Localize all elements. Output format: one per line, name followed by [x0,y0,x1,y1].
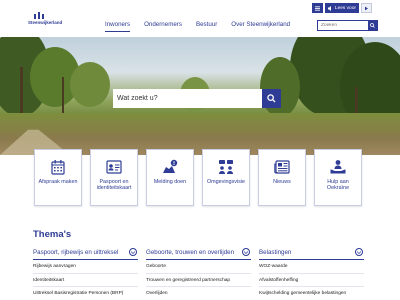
tile-omgevingsvisie[interactable]: Omgevingsvisie [202,149,250,206]
theme-link[interactable]: Overlijden [146,287,251,300]
tile-label: Omgevingsvisie [206,179,246,185]
theme-column-belastingen: Belastingen WOZ-waarde Afvalstoffenheffi… [259,245,364,300]
tile-label: Paspoort en identiteitskaart [96,179,132,192]
theme-header[interactable]: Belastingen [259,245,364,260]
main-nav: Inwoners Ondernemers Bestuur Over Steenw… [105,21,290,32]
tile-label: Hulp aan Oekraïne [326,179,350,192]
report-icon [162,159,178,175]
id-card-icon [106,159,122,175]
header-search [317,20,378,31]
calendar-icon [50,159,66,175]
help-icon [330,159,346,175]
theme-header-label: Paspoort, rijbewijs en uittreksel [33,248,119,256]
theme-link[interactable]: Rijbewijs aanvragen [33,260,138,274]
theme-header-label: Belastingen [259,248,292,256]
utility-bar: Lees voor [311,3,372,13]
nav-ondernemers[interactable]: Ondernemers [144,21,182,32]
nav-inwoners[interactable]: Inwoners [105,21,131,32]
speaker-icon [327,5,331,11]
nav-over-steenwijkerland[interactable]: Over Steenwijkerland [231,21,290,32]
chevron-down-icon [129,248,137,256]
tile-label: Melding doen [153,179,187,185]
logo-crown-icon [34,11,44,19]
newspaper-icon [274,159,290,175]
theme-link[interactable]: Geboorte [146,260,251,274]
theme-link[interactable]: Identiteitskaart [33,274,138,288]
theme-header-label: Geboorte, trouwen en overlijden [146,248,235,256]
header-search-input[interactable] [318,21,368,30]
theme-link[interactable]: Uittreksel Basisregistratie Personen (BR… [33,287,138,300]
read-aloud-label: Lees voor [334,5,356,11]
play-icon [365,6,368,10]
tile-nieuws[interactable]: Nieuws [258,149,306,206]
hero-search-button[interactable] [262,89,281,108]
theme-link[interactable]: Trouwen en geregistreerd partnerschap [146,274,251,288]
menu-button[interactable] [311,3,323,13]
nav-bestuur[interactable]: Bestuur [196,21,217,32]
themes-title: Thema's [33,229,72,240]
chevron-down-icon [355,248,363,256]
hero-image [0,37,400,155]
theme-header[interactable]: Paspoort, rijbewijs en uittreksel [33,245,138,260]
search-icon [370,23,375,29]
tile-hulp-oekraine[interactable]: Hulp aan Oekraïne [314,149,362,206]
theme-column-paspoort: Paspoort, rijbewijs en uittreksel Rijbew… [33,245,138,300]
search-icon [267,94,276,103]
menu-icon [314,5,320,11]
tile-paspoort[interactable]: Paspoort en identiteitskaart [90,149,138,206]
quick-links: Afspraak maken Paspoort en identiteitska… [34,149,362,206]
play-button[interactable] [361,3,372,13]
logo-text: Steenwijkerland [28,20,63,25]
tile-melding-doen[interactable]: Melding doen [146,149,194,206]
tile-label: Nieuws [273,179,291,185]
theme-header[interactable]: Geboorte, trouwen en overlijden [146,245,251,260]
theme-link[interactable]: WOZ-waarde [259,260,364,274]
discussion-icon [218,159,234,175]
header-search-button[interactable] [368,21,377,31]
chevron-down-icon [242,248,250,256]
tile-label: Afspraak maken [38,179,78,185]
logo[interactable]: Steenwijkerland [28,11,68,27]
theme-link[interactable]: Kwijtschelding gemeentelijke belastingen [259,287,364,300]
theme-link[interactable]: Afvalstoffenheffing [259,274,364,288]
hero-search [113,89,281,108]
hero-search-input[interactable] [113,89,262,108]
theme-column-geboorte: Geboorte, trouwen en overlijden Geboorte… [146,245,251,300]
read-aloud-button[interactable]: Lees voor [324,3,359,13]
tile-afspraak-maken[interactable]: Afspraak maken [34,149,82,206]
site-header: Steenwijkerland Inwoners Ondernemers Bes… [0,0,400,37]
